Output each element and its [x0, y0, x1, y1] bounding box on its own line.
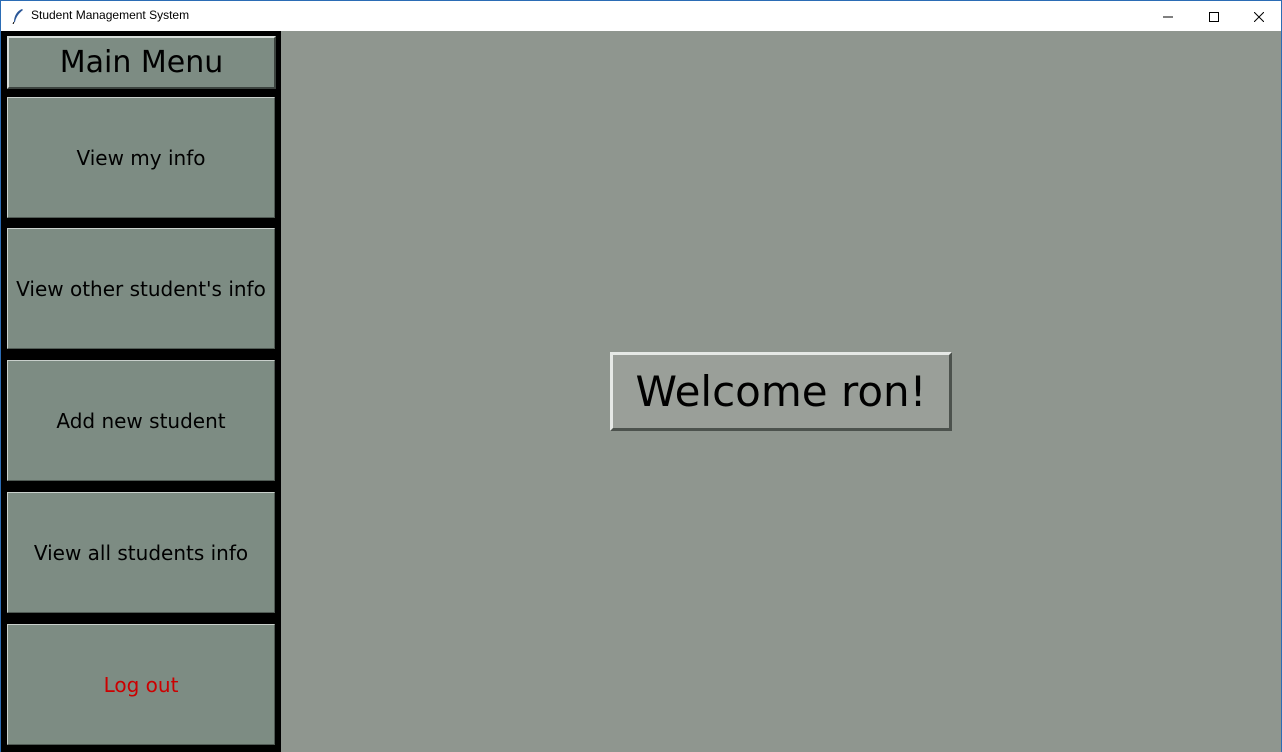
view-my-info-button[interactable]: View my info	[7, 97, 275, 218]
maximize-button[interactable]	[1191, 1, 1237, 31]
feather-icon	[11, 8, 25, 25]
add-new-student-button[interactable]: Add new student	[7, 360, 275, 481]
sidebar: Main Menu View my info View other studen…	[1, 31, 281, 752]
welcome-label: Welcome ron!	[610, 352, 952, 431]
log-out-button[interactable]: Log out	[7, 624, 275, 745]
close-button[interactable]	[1236, 1, 1282, 31]
minimize-icon	[1163, 7, 1173, 26]
minimize-button[interactable]	[1145, 1, 1191, 31]
maximize-icon	[1209, 7, 1219, 26]
window-title: Student Management System	[31, 8, 190, 22]
app-window: Student Management System Main Menu View…	[0, 0, 1282, 752]
close-icon	[1253, 7, 1265, 26]
title-bar[interactable]: Student Management System	[1, 1, 1281, 31]
view-all-students-info-button[interactable]: View all students info	[7, 492, 275, 613]
view-other-student-info-button[interactable]: View other student's info	[7, 228, 275, 349]
main-menu-title: Main Menu	[7, 36, 276, 89]
main-area: Main Menu View my info View other studen…	[1, 31, 1281, 752]
